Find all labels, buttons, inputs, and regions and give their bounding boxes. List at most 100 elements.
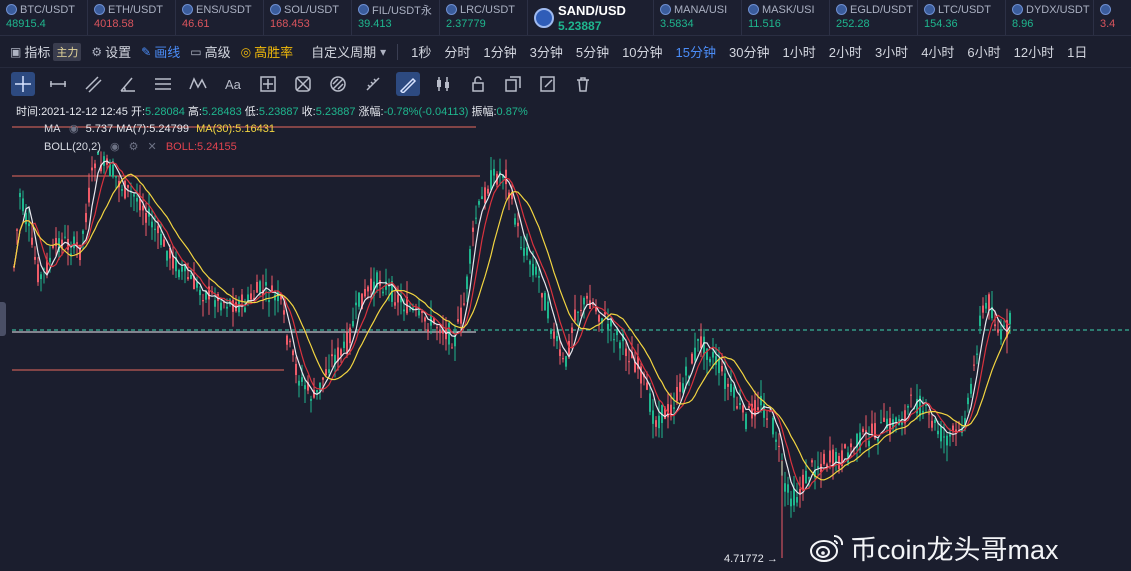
candle-body: [352, 321, 354, 327]
candlestick-chart[interactable]: [0, 100, 1131, 571]
panel-resize-handle[interactable]: [0, 302, 6, 336]
candle-body: [70, 253, 72, 255]
gann-tool-icon[interactable]: [326, 72, 350, 96]
ticker-price: 3.5834: [660, 18, 694, 30]
menu-bar: ▣ 指标 主力 ⚙ 设置 ✎ 画线 ▭ 高级 ◎ 高胜率 自定义周期 ▾ 1秒分…: [0, 36, 1131, 68]
boll-label: BOLL(20,2): [44, 141, 101, 153]
candle-body: [274, 294, 276, 301]
candle-body: [925, 404, 927, 406]
draw-menu[interactable]: ✎ 画线: [141, 42, 180, 61]
timeframe-13[interactable]: 12小时: [1014, 42, 1054, 61]
candle-body: [28, 223, 30, 227]
timeframe-5[interactable]: 10分钟: [622, 42, 662, 61]
candle-body: [166, 250, 168, 261]
angle-tool-icon[interactable]: [116, 72, 140, 96]
timeframe-11[interactable]: 4小时: [921, 42, 954, 61]
close-icon[interactable]: ✕: [148, 141, 157, 153]
timeframe-7[interactable]: 30分钟: [729, 42, 769, 61]
candle-body: [655, 420, 657, 427]
candle-body: [298, 380, 300, 386]
ticker-mana[interactable]: MANA/USI 3.5834: [654, 0, 742, 35]
candle-body: [121, 189, 123, 191]
timeframe-6[interactable]: 15分钟: [676, 42, 716, 61]
candle-body: [526, 247, 528, 256]
ticker-lrc[interactable]: LRC/USDT 2.37779: [440, 0, 528, 35]
ticker-sol[interactable]: SOL/USDT 168.453: [264, 0, 352, 35]
boll-value: BOLL:5.24155: [165, 141, 237, 153]
measure-tool-icon[interactable]: [256, 72, 280, 96]
coin-logo-icon: [534, 8, 554, 28]
advanced-menu[interactable]: ▭ 高级: [190, 42, 230, 61]
candle-body: [289, 340, 291, 343]
lock-tool-icon[interactable]: [466, 72, 490, 96]
coin-logo-icon: [94, 4, 105, 15]
custom-period-dropdown[interactable]: 自定义周期 ▾: [311, 42, 389, 61]
timeframe-3[interactable]: 3分钟: [530, 42, 563, 61]
ruler-tool-icon[interactable]: [361, 72, 385, 96]
eye-icon[interactable]: ◉: [110, 141, 120, 153]
ticker-eth[interactable]: ETH/USDT 4018.58: [88, 0, 176, 35]
candle-body: [796, 497, 798, 503]
timeframe-10[interactable]: 3小时: [875, 42, 908, 61]
candle-body: [811, 460, 813, 463]
settings-label: 设置: [105, 45, 132, 60]
trash-tool-icon[interactable]: [571, 72, 595, 96]
indicator-menu[interactable]: ▣ 指标 主力: [10, 42, 82, 61]
ticker-mask[interactable]: MASK/USI 11.516: [742, 0, 830, 35]
candle-body: [124, 180, 126, 199]
edit-tool-icon[interactable]: [536, 72, 560, 96]
candle-body: [265, 282, 267, 286]
candle-body: [937, 430, 939, 435]
timeframe-0[interactable]: 1秒: [411, 42, 431, 61]
candle-body: [985, 302, 987, 309]
candle-body: [478, 201, 480, 205]
crosshair-tool-icon[interactable]: [11, 72, 35, 96]
timeframe-12[interactable]: 6小时: [967, 42, 1000, 61]
fibonacci-tool-icon[interactable]: [291, 72, 315, 96]
ticker-sand[interactable]: SAND/USD 5.23887: [528, 0, 654, 35]
text-tool-icon[interactable]: Aa: [221, 72, 245, 96]
eye-icon[interactable]: ◉: [69, 123, 79, 135]
candle-body: [556, 336, 558, 342]
candle-body: [616, 330, 618, 336]
candle-body: [19, 193, 21, 197]
ticker-ltc[interactable]: LTC/USDT 154.36: [918, 0, 1006, 35]
timeframe-8[interactable]: 1小时: [782, 42, 815, 61]
ticker-ens[interactable]: ENS/USDT 46.61: [176, 0, 264, 35]
timeframe-2[interactable]: 1分钟: [483, 42, 516, 61]
timeframe-14[interactable]: 1日: [1067, 42, 1087, 61]
ticker-btc[interactable]: BTC/USDT 48915.4: [0, 0, 88, 35]
gear-icon[interactable]: ⚙: [129, 141, 139, 153]
candle-body: [805, 470, 807, 484]
trend-lines-tool-icon[interactable]: [81, 72, 105, 96]
candle-body: [133, 194, 135, 197]
timeframe-1[interactable]: 分时: [444, 42, 470, 61]
candle-body: [304, 385, 306, 390]
candle-body: [988, 294, 990, 311]
parallel-channel-tool-icon[interactable]: [151, 72, 175, 96]
winrate-menu[interactable]: ◎ 高胜率: [241, 42, 294, 61]
settings-menu[interactable]: ⚙ 设置: [91, 42, 131, 61]
ticker-symbol: LTC/USDT: [938, 3, 991, 16]
brush-tool-icon[interactable]: [396, 72, 420, 96]
ticker-egld[interactable]: EGLD/USDT 252.28: [830, 0, 918, 35]
candle-body: [115, 176, 117, 178]
timeframe-9[interactable]: 2小时: [829, 42, 862, 61]
ticker-dydx[interactable]: DYDX/USDT 8.96: [1006, 0, 1094, 35]
candle-body: [202, 300, 204, 302]
timeframe-4[interactable]: 5分钟: [576, 42, 609, 61]
ticker-fil[interactable]: FIL/USDT永 39.413: [352, 0, 440, 35]
horizontal-line-tool-icon[interactable]: [46, 72, 70, 96]
candle-body: [871, 423, 873, 434]
candle-body: [685, 366, 687, 376]
candle-body: [154, 228, 156, 231]
candle-body: [520, 247, 522, 249]
copy-tool-icon[interactable]: [501, 72, 525, 96]
ticker-partial[interactable]: 3.4: [1094, 0, 1131, 35]
candlestick-tool-icon[interactable]: [431, 72, 455, 96]
ticker-price: 3.4: [1100, 18, 1116, 30]
watermark: 币coin龙头哥max: [810, 528, 1059, 567]
wave-pattern-tool-icon[interactable]: [186, 72, 210, 96]
candle-body: [808, 477, 810, 479]
candle-body: [256, 282, 258, 293]
